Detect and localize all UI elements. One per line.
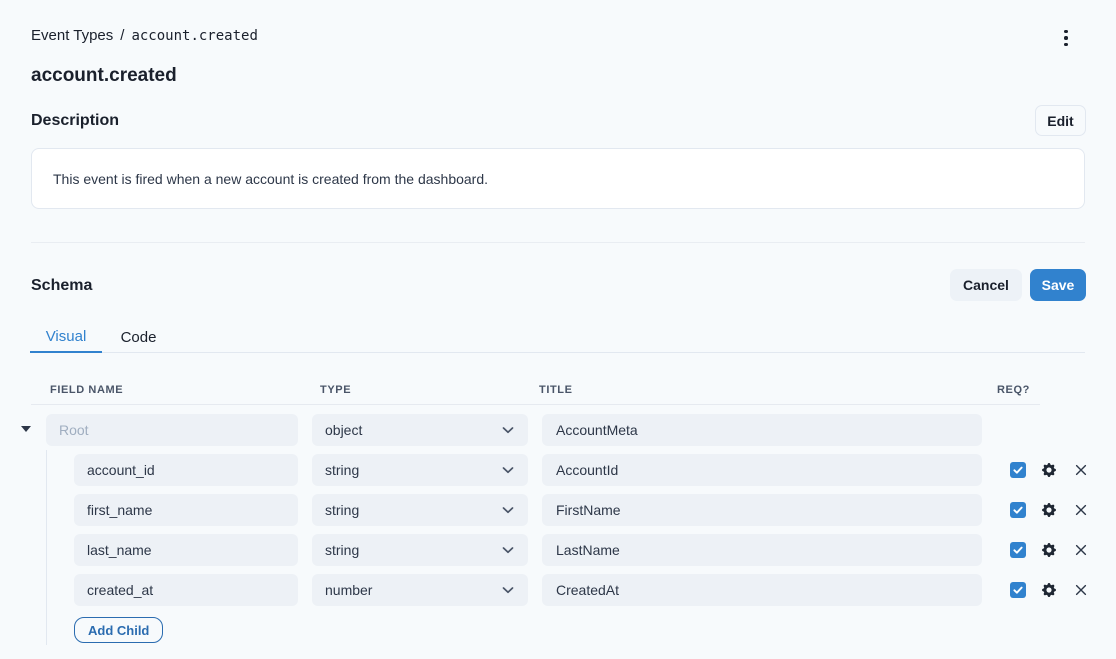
event-type-detail-page: Event Types / account.created account.cr…: [0, 0, 1116, 659]
breadcrumb-current: account.created: [131, 28, 257, 44]
kebab-menu-icon[interactable]: [1058, 26, 1074, 50]
breadcrumb: Event Types / account.created: [31, 27, 258, 44]
title-input[interactable]: [542, 574, 982, 606]
required-checkbox[interactable]: [1010, 542, 1026, 558]
chevron-down-icon: [502, 587, 514, 594]
field-name-input[interactable]: [74, 494, 298, 526]
caret-down-icon[interactable]: [21, 426, 31, 432]
gear-icon[interactable]: [1042, 583, 1056, 597]
cancel-button[interactable]: Cancel: [950, 269, 1022, 301]
close-icon[interactable]: [1075, 464, 1087, 476]
section-divider: [31, 242, 1085, 243]
required-checkbox[interactable]: [1010, 582, 1026, 598]
page-title: account.created: [31, 65, 177, 87]
required-checkbox[interactable]: [1010, 502, 1026, 518]
close-icon[interactable]: [1075, 584, 1087, 596]
schema-row: number: [0, 574, 1116, 606]
close-icon[interactable]: [1075, 504, 1087, 516]
chevron-down-icon: [502, 427, 514, 434]
add-child-button[interactable]: Add Child: [74, 617, 163, 643]
column-header-field-name: FIELD NAME: [50, 384, 123, 396]
gear-icon[interactable]: [1042, 503, 1056, 517]
edit-description-button[interactable]: Edit: [1035, 105, 1086, 136]
type-select[interactable]: string: [312, 494, 528, 526]
schema-row: string: [0, 534, 1116, 566]
type-select[interactable]: string: [312, 454, 528, 486]
root-field-name-input[interactable]: [46, 414, 298, 446]
tab-code[interactable]: Code: [102, 322, 175, 353]
column-header-req: REQ?: [997, 384, 1030, 396]
save-button[interactable]: Save: [1030, 269, 1086, 301]
schema-table: FIELD NAME TYPE TITLE REQ? object string: [0, 375, 1116, 659]
schema-heading: Schema: [31, 277, 92, 295]
type-select[interactable]: string: [312, 534, 528, 566]
tabs-border: [31, 352, 1085, 353]
close-icon[interactable]: [1075, 544, 1087, 556]
breadcrumb-separator: /: [120, 27, 124, 44]
title-input[interactable]: [542, 494, 982, 526]
title-input[interactable]: [542, 454, 982, 486]
description-box: This event is fired when a new account i…: [31, 148, 1085, 209]
field-name-input[interactable]: [74, 454, 298, 486]
title-input[interactable]: [542, 534, 982, 566]
chevron-down-icon: [502, 547, 514, 554]
field-name-input[interactable]: [74, 534, 298, 566]
root-title-input[interactable]: [542, 414, 982, 446]
gear-icon[interactable]: [1042, 463, 1056, 477]
gear-icon[interactable]: [1042, 543, 1056, 557]
root-type-select[interactable]: object: [312, 414, 528, 446]
column-header-title: TITLE: [539, 384, 573, 396]
table-header-divider: [31, 404, 1040, 405]
breadcrumb-event-types-link[interactable]: Event Types: [31, 27, 113, 44]
type-select[interactable]: number: [312, 574, 528, 606]
column-header-type: TYPE: [320, 384, 351, 396]
schema-row: string: [0, 494, 1116, 526]
chevron-down-icon: [502, 467, 514, 474]
tab-visual[interactable]: Visual: [30, 322, 102, 353]
schema-row: string: [0, 454, 1116, 486]
required-checkbox[interactable]: [1010, 462, 1026, 478]
description-text: This event is fired when a new account i…: [53, 171, 488, 187]
field-name-input[interactable]: [74, 574, 298, 606]
description-heading: Description: [31, 112, 119, 130]
schema-row-root: object: [0, 414, 1116, 446]
chevron-down-icon: [502, 507, 514, 514]
